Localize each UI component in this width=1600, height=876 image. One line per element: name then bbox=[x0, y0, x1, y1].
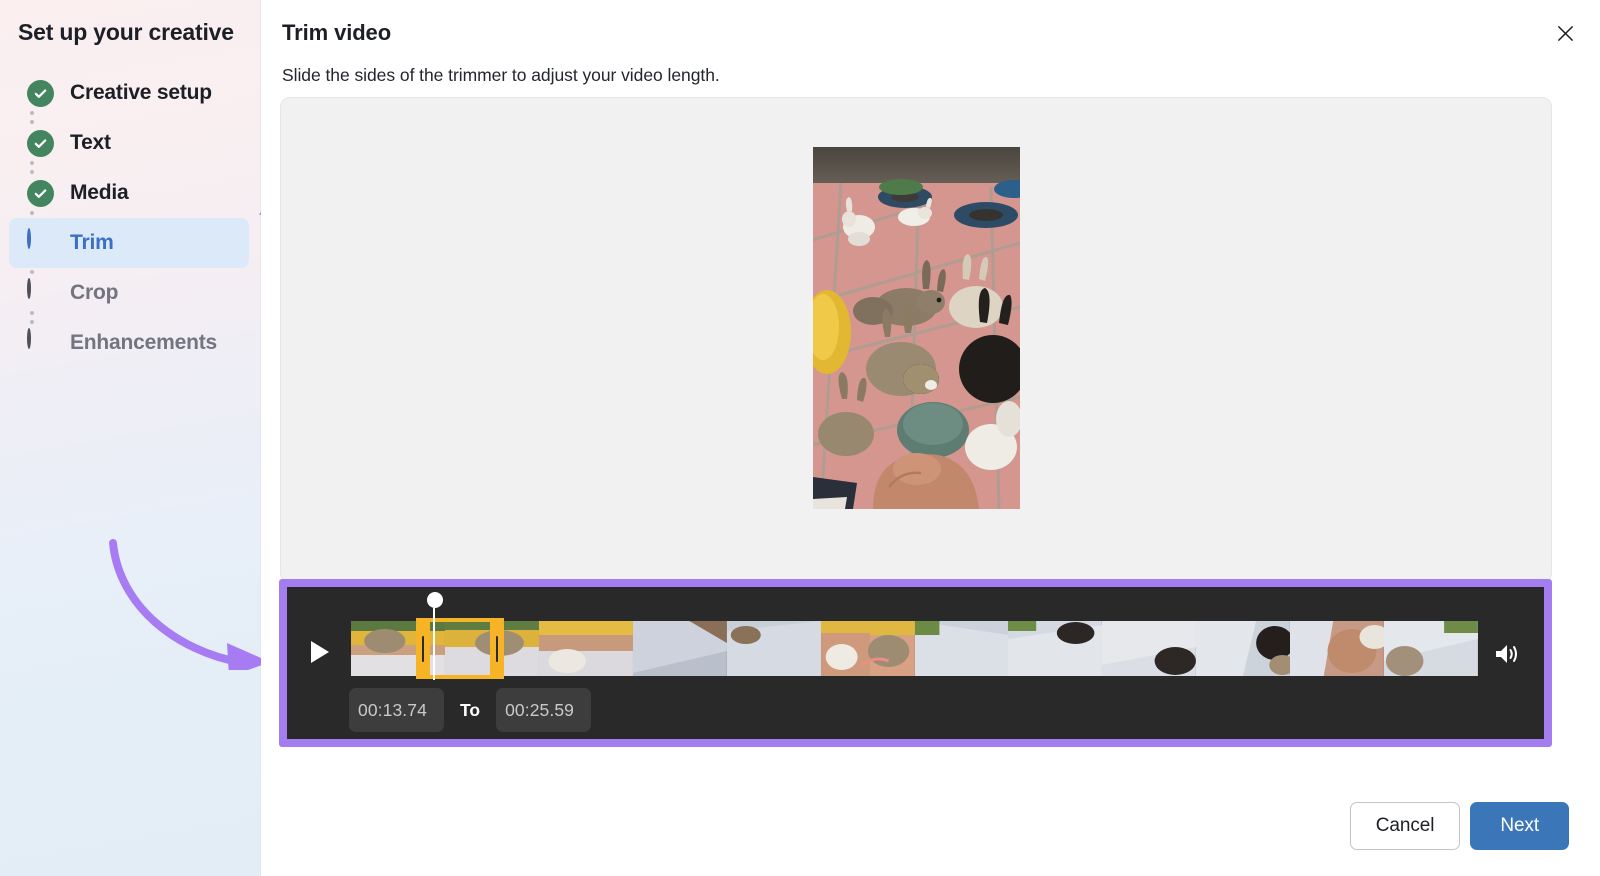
filmstrip-thumbnail[interactable] bbox=[538, 621, 633, 676]
sidebar-item-label: Creative setup bbox=[70, 81, 212, 104]
filmstrip-thumbnail[interactable] bbox=[726, 621, 821, 676]
filmstrip-thumbnail[interactable] bbox=[1196, 621, 1291, 676]
empty-circle-icon bbox=[27, 327, 54, 357]
dialog-footer: Cancel Next bbox=[1349, 802, 1569, 850]
sidebar-item-label: Text bbox=[70, 131, 111, 154]
check-circle-icon bbox=[27, 179, 54, 207]
next-button[interactable]: Next bbox=[1470, 802, 1569, 850]
filmstrip-thumbnail[interactable] bbox=[914, 621, 1009, 676]
half-circle-icon bbox=[27, 227, 54, 257]
video-preview-card bbox=[280, 97, 1552, 583]
page-subtitle: Slide the sides of the trimmer to adjust… bbox=[282, 65, 720, 85]
page-title: Trim video bbox=[282, 20, 392, 45]
sidebar-item-text[interactable]: Text bbox=[9, 118, 249, 168]
sidebar-item-label: Trim bbox=[70, 231, 114, 254]
sidebar-item-label: Crop bbox=[70, 281, 119, 304]
close-icon[interactable] bbox=[1548, 16, 1582, 50]
sidebar-item-trim[interactable]: Trim bbox=[9, 218, 249, 268]
filmstrip-thumbnail[interactable] bbox=[444, 621, 539, 676]
sidebar-title: Set up your creative bbox=[18, 19, 234, 45]
volume-high-icon[interactable] bbox=[1490, 637, 1524, 671]
filmstrip-thumbnail[interactable] bbox=[632, 621, 727, 676]
setup-sidebar: Set up your creative Creative setup Text… bbox=[0, 0, 261, 876]
sidebar-item-creative-setup[interactable]: Creative setup bbox=[9, 68, 249, 118]
trim-end-input[interactable] bbox=[496, 688, 592, 732]
video-preview-image bbox=[813, 147, 1020, 509]
check-circle-icon bbox=[27, 129, 54, 157]
sidebar-item-crop[interactable]: Crop bbox=[9, 268, 249, 318]
sidebar-item-enhancements[interactable]: Enhancements bbox=[9, 318, 249, 368]
filmstrip[interactable] bbox=[351, 621, 1478, 676]
sidebar-item-label: Enhancements bbox=[70, 331, 217, 354]
filmstrip-thumbnail[interactable] bbox=[820, 621, 915, 676]
filmstrip-thumbnail[interactable] bbox=[351, 621, 445, 676]
main-panel: Trim video Slide the sides of the trimme… bbox=[261, 0, 1600, 876]
empty-circle-icon bbox=[27, 277, 54, 307]
filmstrip-thumbnail[interactable] bbox=[1290, 621, 1385, 676]
sidebar-item-label: Media bbox=[70, 181, 129, 204]
video-trimmer-panel: To bbox=[279, 579, 1552, 747]
trim-time-row: To bbox=[349, 688, 592, 732]
trim-start-input[interactable] bbox=[349, 688, 444, 732]
trim-video-dialog: Set up your creative Creative setup Text… bbox=[0, 0, 1600, 876]
trim-range-separator: To bbox=[460, 699, 481, 720]
playhead-knob[interactable] bbox=[427, 592, 443, 608]
step-list: Creative setup Text Media Trim Crop Enha… bbox=[0, 68, 260, 368]
filmstrip-thumbnail[interactable] bbox=[1384, 621, 1478, 676]
check-circle-icon bbox=[27, 79, 54, 107]
play-icon[interactable] bbox=[305, 637, 335, 667]
video-timeline: To bbox=[287, 587, 1544, 739]
cancel-button[interactable]: Cancel bbox=[1349, 802, 1461, 850]
video-preview[interactable] bbox=[813, 147, 1020, 509]
sidebar-item-media[interactable]: Media bbox=[9, 168, 249, 218]
filmstrip-thumbnail[interactable] bbox=[1008, 621, 1103, 676]
filmstrip-thumbnail[interactable] bbox=[1102, 621, 1197, 676]
